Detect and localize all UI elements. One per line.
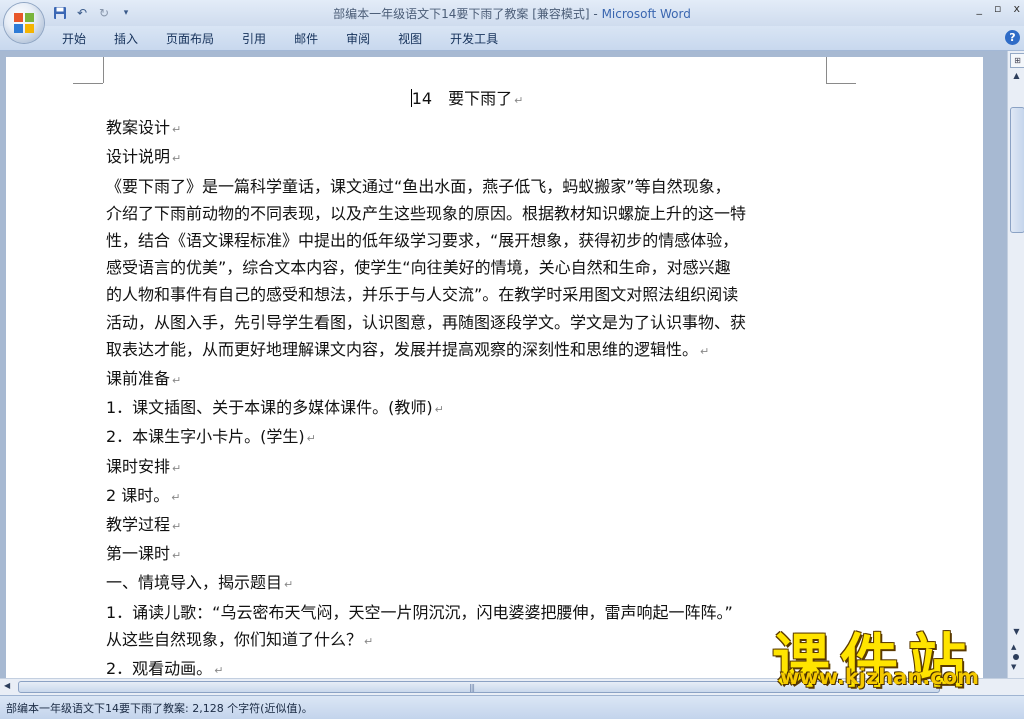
paragraph-mark: ↵ xyxy=(172,123,182,137)
paragraph-mark: ↵ xyxy=(700,344,710,358)
tab-developer[interactable]: 开发工具 xyxy=(436,30,512,48)
select-browse-object-icon[interactable] xyxy=(1013,654,1019,660)
view-ruler-icon[interactable]: ⊞ xyxy=(1010,53,1024,68)
paragraph-mark: ↵ xyxy=(306,432,316,446)
line-text: 第一课时 xyxy=(106,544,171,564)
document-line: 2．本课生字小卡片。(学生) ↵ xyxy=(106,423,828,452)
document-lines: 教案设计 ↵ 设计说明 ↵ 《要下雨了》是一篇科学童话，课文通过“鱼出水面，燕子低飞，蚂… xyxy=(106,114,828,678)
watermark-url: www.kjzhan.com xyxy=(780,665,980,689)
paragraph-mark: ↵ xyxy=(172,152,182,166)
line-text: 活动，从图入手，先引导学生看图，认识图意，再随图逐段学文。学文是为了认识事物、获 xyxy=(106,312,747,332)
scroll-up-arrow-icon[interactable]: ▲ xyxy=(1010,69,1023,83)
line-text: 设计说明 xyxy=(106,147,171,167)
line-text: 感受语言的优美”，综合文本内容，使学生“向往美好的情境，关心自然和生命，对感兴趣 xyxy=(106,258,731,278)
tab-review[interactable]: 审阅 xyxy=(332,30,384,48)
line-text: 1．课文插图、关于本课的多媒体课件。(教师) xyxy=(106,398,433,418)
crop-mark xyxy=(73,83,103,84)
line-text: 课前准备 xyxy=(106,369,171,389)
help-icon[interactable]: ? xyxy=(1005,30,1020,45)
ribbon-tabs: 开始 插入 页面布局 引用 邮件 审阅 视图 开发工具 xyxy=(48,30,512,48)
line-text: 1．诵读儿歌：“乌云密布天气闷，天空一片阴沉沉，闪电婆婆把腰伸，雷声响起一阵阵。… xyxy=(106,602,733,622)
ribbon-tab-bar: 开始 插入 页面布局 引用 邮件 审阅 视图 开发工具 ? xyxy=(0,26,1024,51)
line-text: 2．本课生字小卡片。(学生) xyxy=(106,427,305,447)
tab-page-layout[interactable]: 页面布局 xyxy=(152,30,228,48)
restore-button[interactable]: ▫ xyxy=(994,2,1001,15)
document-name: 部编本一年级语文下14要下雨了教案 [兼容模式] xyxy=(333,7,590,21)
minimize-button[interactable]: _ xyxy=(977,2,983,15)
line-text: 性，结合《语文课程标准》中提出的低年级学习要求，“展开想象，获得初步的情感体验， xyxy=(106,231,739,251)
document-body[interactable]: 14 要下雨了 ↵ 教案设计 ↵ 设计说明 ↵ 《要下雨了》是一篇科学童话，课文通过“鱼出… xyxy=(106,85,828,678)
document-line: 教学过程 ↵ xyxy=(106,511,828,540)
paragraph-mark: ↵ xyxy=(514,94,524,107)
document-line: 1．课文插图、关于本课的多媒体课件。(教师) ↵ xyxy=(106,394,828,423)
paragraph-mark: ↵ xyxy=(172,374,182,388)
next-page-icon[interactable]: ▼ xyxy=(1011,663,1016,671)
document-line: 教案设计 ↵ xyxy=(106,114,828,143)
line-text: 2．观看动画。 xyxy=(106,659,213,678)
tab-insert[interactable]: 插入 xyxy=(100,30,152,48)
window-title: 部编本一年级语文下14要下雨了教案 [兼容模式] - Microsoft Wor… xyxy=(0,5,1024,22)
document-line: 从这些自然现象，你们知道了什么？ ↵ xyxy=(106,626,828,655)
line-text: 课时安排 xyxy=(106,456,171,476)
line-text: 《要下雨了》是一篇科学童话，课文通过“鱼出水面，燕子低飞，蚂蚁搬家”等自然现象， xyxy=(106,176,731,196)
crop-mark xyxy=(826,83,856,84)
line-text: 取表达才能，从而更好地理解课文内容，发展并提高观察的深刻性和思维的逻辑性。 xyxy=(106,339,699,359)
document-line: 取表达才能，从而更好地理解课文内容，发展并提高观察的深刻性和思维的逻辑性。 ↵ xyxy=(106,336,828,365)
tab-references[interactable]: 引用 xyxy=(228,30,280,48)
paragraph-mark: ↵ xyxy=(284,578,294,592)
line-text: 2 课时。 xyxy=(106,485,170,505)
office-logo-icon xyxy=(14,13,34,33)
tab-mailings[interactable]: 邮件 xyxy=(280,30,332,48)
crop-mark xyxy=(826,57,827,83)
title-separator: - xyxy=(589,7,602,21)
document-page[interactable]: 14 要下雨了 ↵ 教案设计 ↵ 设计说明 ↵ 《要下雨了》是一篇科学童话，课文通过“鱼出… xyxy=(6,57,983,678)
crop-mark xyxy=(103,57,104,83)
line-text: 从这些自然现象，你们知道了什么？ xyxy=(106,629,363,649)
paragraph-mark: ↵ xyxy=(214,664,224,678)
document-line: 性，结合《语文课程标准》中提出的低年级学习要求，“展开想象，获得初步的情感体验， xyxy=(106,227,828,254)
line-text: 的人物和事件有自己的感受和想法，并乐于与人交流”。在教学时采用图文对照法组织阅读 xyxy=(106,285,739,305)
document-line: 《要下雨了》是一篇科学童话，课文通过“鱼出水面，燕子低飞，蚂蚁搬家”等自然现象， xyxy=(106,173,828,200)
document-line: 第一课时 ↵ xyxy=(106,540,828,569)
document-line: 活动，从图入手，先引导学生看图，认识图意，再随图逐段学文。学文是为了认识事物、获 xyxy=(106,309,828,336)
document-line: 课前准备 ↵ xyxy=(106,365,828,394)
document-line: 1．诵读儿歌：“乌云密布天气闷，天空一片阴沉沉，闪电婆婆把腰伸，雷声响起一阵阵。… xyxy=(106,599,828,626)
heading-text: 14 要下雨了 xyxy=(411,89,513,108)
title-bar: ↶ ↻ ▾ 部编本一年级语文下14要下雨了教案 [兼容模式] - Microso… xyxy=(0,0,1024,43)
paragraph-mark: ↵ xyxy=(172,549,182,563)
paragraph-mark: ↵ xyxy=(171,490,181,504)
window-controls: _ ▫ x xyxy=(977,2,1020,15)
document-line: 介绍了下雨前动物的不同表现，以及产生这些现象的原因。根据教材知识螺旋上升的这一特 xyxy=(106,200,828,227)
status-text: 部编本一年级语文下14要下雨了教案: 2,128 个字符(近似值)。 xyxy=(6,702,313,715)
paragraph-mark: ↵ xyxy=(364,634,374,648)
paragraph-mark: ↵ xyxy=(434,403,444,417)
previous-page-icon[interactable]: ▲ xyxy=(1011,643,1016,651)
vertical-scroll-thumb[interactable] xyxy=(1010,107,1024,233)
line-text: 教案设计 xyxy=(106,118,171,138)
scroll-grip-icon: ||| xyxy=(469,683,475,692)
document-heading: 14 要下雨了 ↵ xyxy=(106,85,828,114)
document-line: 2．观看动画。 ↵ xyxy=(106,655,828,678)
scroll-left-arrow-icon[interactable]: ◀ xyxy=(4,681,10,690)
document-workspace: 14 要下雨了 ↵ 教案设计 ↵ 设计说明 ↵ 《要下雨了》是一篇科学童话，课文通过“鱼出… xyxy=(0,51,1007,678)
line-text: 介绍了下雨前动物的不同表现，以及产生这些现象的原因。根据教材知识螺旋上升的这一特 xyxy=(106,203,747,223)
document-line: 课时安排 ↵ xyxy=(106,453,828,482)
document-line: 感受语言的优美”，综合文本内容，使学生“向往美好的情境，关心自然和生命，对感兴趣 xyxy=(106,254,828,281)
office-button[interactable] xyxy=(4,3,44,43)
status-bar: 部编本一年级语文下14要下雨了教案: 2,128 个字符(近似值)。 xyxy=(0,695,1024,719)
document-line: 设计说明 ↵ xyxy=(106,143,828,172)
document-line: 的人物和事件有自己的感受和想法，并乐于与人交流”。在教学时采用图文对照法组织阅读 xyxy=(106,281,828,308)
vertical-scrollbar[interactable]: ⊞ ▲ ▼ ▲ ▼ xyxy=(1007,51,1024,678)
document-line: 一、情境导入，揭示题目 ↵ xyxy=(106,569,828,598)
document-line: 2 课时。 ↵ xyxy=(106,482,828,511)
paragraph-mark: ↵ xyxy=(172,461,182,475)
line-text: 一、情境导入，揭示题目 xyxy=(106,573,283,593)
close-button[interactable]: x xyxy=(1013,2,1020,15)
app-name: Microsoft Word xyxy=(601,7,691,21)
tab-home[interactable]: 开始 xyxy=(48,30,100,48)
line-text: 教学过程 xyxy=(106,515,171,535)
scroll-down-arrow-icon[interactable]: ▼ xyxy=(1010,626,1023,638)
tab-view[interactable]: 视图 xyxy=(384,30,436,48)
paragraph-mark: ↵ xyxy=(172,520,182,534)
